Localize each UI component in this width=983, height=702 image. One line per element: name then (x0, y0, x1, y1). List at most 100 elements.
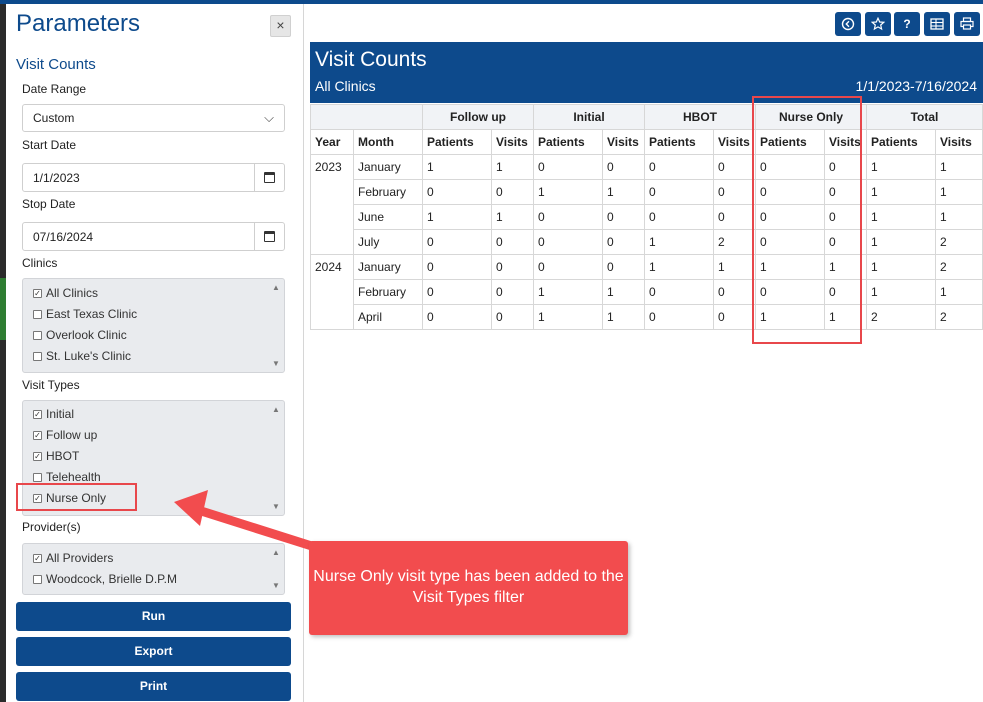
group-header-total: Total (866, 104, 983, 130)
scroll-down-icon[interactable]: ▼ (272, 359, 280, 368)
value-cell: 1 (935, 204, 983, 230)
print-icon[interactable] (954, 12, 980, 36)
export-button[interactable]: Export (16, 637, 291, 666)
value-cell: 0 (824, 179, 867, 205)
value-cell: 1 (866, 204, 936, 230)
checkbox[interactable] (33, 309, 42, 319)
checkbox[interactable] (33, 574, 42, 584)
checkbox-checked[interactable] (33, 553, 42, 563)
year-cell: 2023 (310, 154, 354, 255)
table-row: July 0 0 0 0 1 2 0 0 1 2 (311, 229, 983, 255)
clinic-option-east-texas[interactable]: East Texas Clinic (33, 307, 137, 321)
clinics-scrollbar[interactable]: ▲ ▼ (269, 279, 284, 372)
value-cell: 0 (644, 179, 714, 205)
star-icon[interactable] (865, 12, 891, 36)
provider-option-all[interactable]: All Providers (33, 551, 113, 565)
checkbox[interactable] (33, 330, 42, 340)
value-cell: 1 (824, 254, 867, 280)
back-circle-icon[interactable] (835, 12, 861, 36)
value-cell: 2 (935, 304, 983, 330)
clinics-listbox[interactable]: All Clinics East Texas Clinic Overlook C… (22, 278, 285, 373)
scroll-down-icon[interactable]: ▼ (272, 581, 280, 590)
value-cell: 0 (422, 179, 492, 205)
print-button[interactable]: Print (16, 672, 291, 701)
app-edge (0, 4, 6, 702)
checkbox[interactable] (33, 351, 42, 361)
visit-type-option-nurse-only[interactable]: Nurse Only (33, 491, 106, 505)
value-cell: 0 (755, 229, 825, 255)
start-date-input[interactable]: 1/1/2023 (22, 163, 285, 192)
stop-date-calendar-button[interactable] (254, 222, 284, 251)
year-cell: 2024 (310, 254, 354, 330)
value-cell: 0 (533, 229, 603, 255)
app-edge-active (0, 278, 6, 340)
stop-date-input[interactable]: 07/16/2024 (22, 222, 285, 251)
table-icon[interactable] (924, 12, 950, 36)
value-cell: 1 (866, 179, 936, 205)
date-range-select[interactable]: Custom ⌵ (22, 104, 285, 132)
column-header-patients: Patients (866, 129, 936, 155)
annotation-callout: Nurse Only visit type has been added to … (309, 541, 628, 635)
value-cell: 1 (491, 154, 534, 180)
table-row: February 0 0 1 1 0 0 0 0 1 1 (311, 279, 983, 305)
group-header-hbot: HBOT (644, 104, 756, 130)
visit-type-option-initial[interactable]: Initial (33, 407, 74, 421)
value-cell: 1 (755, 254, 825, 280)
value-cell: 0 (824, 204, 867, 230)
start-date-calendar-button[interactable] (254, 163, 284, 192)
providers-label: Provider(s) (22, 520, 81, 534)
chevron-down-icon: ⌵ (264, 110, 274, 125)
value-cell: 0 (755, 154, 825, 180)
group-header-initial: Initial (533, 104, 645, 130)
provider-option-woodcock[interactable]: Woodcock, Brielle D.P.M (33, 572, 177, 586)
value-cell: 1 (866, 279, 936, 305)
value-cell: 1 (866, 254, 936, 280)
start-date-label: Start Date (22, 138, 77, 152)
month-cell: June (353, 204, 423, 230)
clinic-option-all[interactable]: All Clinics (33, 286, 98, 300)
providers-scrollbar[interactable]: ▲ ▼ (269, 544, 284, 594)
providers-listbox[interactable]: All Providers Woodcock, Brielle D.P.M ▲ … (22, 543, 285, 595)
checkbox-checked[interactable] (33, 493, 42, 503)
value-cell: 0 (602, 254, 645, 280)
close-icon[interactable]: × (270, 15, 291, 37)
scroll-up-icon[interactable]: ▲ (272, 283, 280, 292)
table-row: February 0 0 1 1 0 0 0 0 1 1 (311, 179, 983, 205)
column-header-patients: Patients (422, 129, 492, 155)
visit-type-option-telehealth[interactable]: Telehealth (33, 470, 101, 484)
value-cell: 1 (824, 304, 867, 330)
column-header-row: Year Month Patients Visits Patients Visi… (310, 129, 983, 155)
checkbox[interactable] (33, 472, 42, 482)
visit-types-scrollbar[interactable]: ▲ ▼ (269, 401, 284, 515)
report-header: Visit Counts All Clinics 1/1/2023-7/16/2… (310, 42, 983, 103)
clinic-option-st-lukes[interactable]: St. Luke's Clinic (33, 349, 131, 363)
scroll-up-icon[interactable]: ▲ (272, 548, 280, 557)
value-cell: 0 (491, 229, 534, 255)
scroll-down-icon[interactable]: ▼ (272, 502, 280, 511)
value-cell: 1 (866, 229, 936, 255)
table-row: 2023 January 1 1 0 0 0 0 0 0 1 1 (310, 154, 983, 255)
value-cell: 1 (935, 154, 983, 180)
checkbox-checked[interactable] (33, 409, 42, 419)
help-icon[interactable]: ? (894, 12, 920, 36)
clinics-label: Clinics (22, 256, 58, 270)
visit-type-option-hbot[interactable]: HBOT (33, 449, 79, 463)
clinic-option-overlook[interactable]: Overlook Clinic (33, 328, 127, 342)
scroll-up-icon[interactable]: ▲ (272, 405, 280, 414)
visit-type-option-follow-up[interactable]: Follow up (33, 428, 97, 442)
column-header-year: Year (310, 129, 354, 155)
checkbox-checked[interactable] (33, 430, 42, 440)
column-header-patients: Patients (533, 129, 603, 155)
value-cell: 0 (422, 304, 492, 330)
table-row: April 0 0 1 1 0 0 1 1 2 2 (311, 304, 983, 330)
checkbox-checked[interactable] (33, 451, 42, 461)
value-cell: 1 (602, 279, 645, 305)
value-cell: 1 (422, 154, 492, 180)
header-blank (310, 104, 423, 130)
visit-types-listbox[interactable]: Initial Follow up HBOT Telehealth Nurse … (22, 400, 285, 516)
run-button[interactable]: Run (16, 602, 291, 631)
checkbox-checked[interactable] (33, 288, 42, 298)
value-cell: 1 (602, 179, 645, 205)
column-header-patients: Patients (755, 129, 825, 155)
parameters-title: Parameters (16, 10, 141, 37)
